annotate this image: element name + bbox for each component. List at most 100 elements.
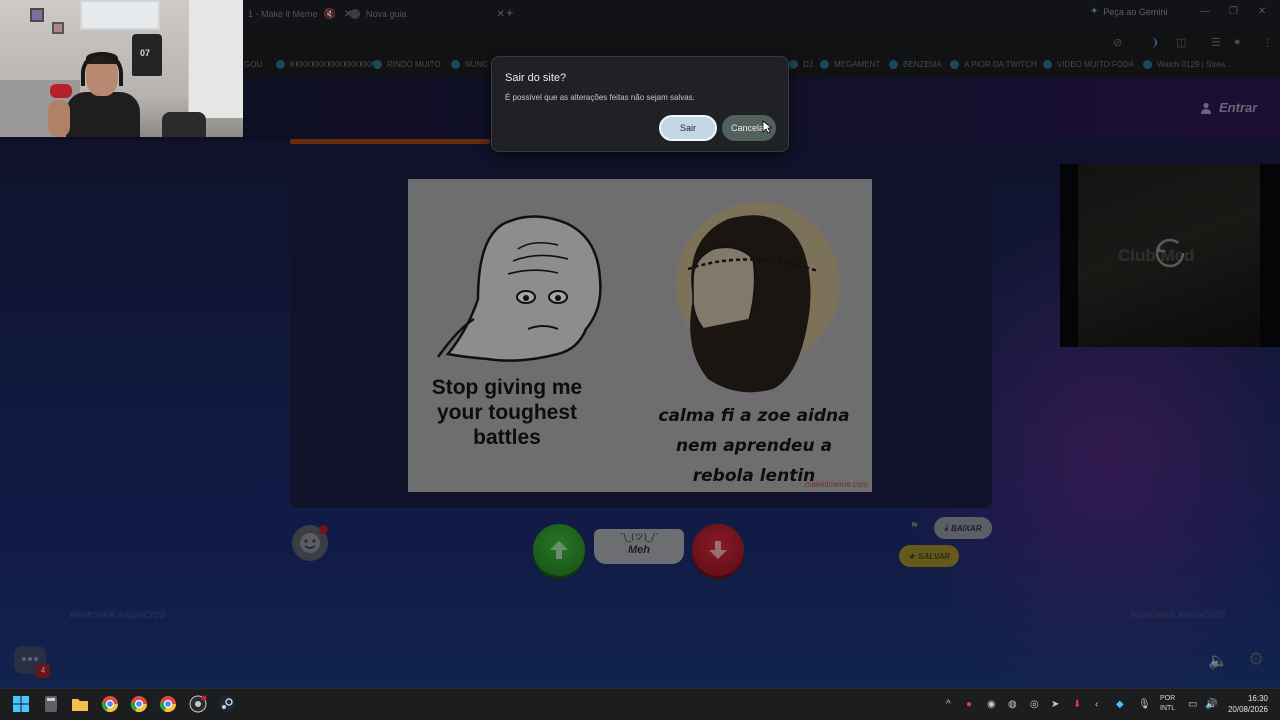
extensions-icon[interactable]: ◫ xyxy=(1176,36,1186,49)
lang-layout: INTL xyxy=(1160,705,1176,712)
settings-gear-icon[interactable]: ⚙ xyxy=(1248,649,1264,670)
webcam-window xyxy=(80,0,160,30)
steam-icon[interactable] xyxy=(218,695,236,713)
gemini-spark-icon: ✦ xyxy=(1090,6,1099,17)
chat-button[interactable]: 4 xyxy=(14,646,50,678)
tray-network-icon[interactable]: ◆ xyxy=(1116,699,1124,710)
volume-icon[interactable]: 🔈 xyxy=(1208,651,1228,671)
download-icon: ⤓ xyxy=(944,523,948,532)
downvote-button[interactable] xyxy=(692,524,744,576)
gemini-toolbar-icon[interactable]: ❩ xyxy=(1150,36,1159,49)
leave-site-dialog: Sair do site? É possível que as alteraçõ… xyxy=(491,56,789,152)
bookmark-item[interactable]: A PIOR DA TWITCH xyxy=(950,60,1037,69)
tray-record-icon[interactable]: ● xyxy=(966,699,972,710)
page-content: Entrar Stop giving me your toughest batt… xyxy=(0,78,1280,688)
headset-icon xyxy=(81,52,123,86)
chrome-profile-icon[interactable] xyxy=(159,695,177,713)
emoji-reaction-button[interactable] xyxy=(292,525,328,561)
report-flag-icon[interactable]: ⚑ xyxy=(910,521,919,532)
tab-title: 1 - Make it Meme xyxy=(248,9,318,19)
tray-steam-icon[interactable]: ◉ xyxy=(987,699,996,710)
tray-microphone-icon[interactable]: 🎙 xyxy=(1138,699,1151,710)
bookmark-item[interactable]: DJ xyxy=(789,60,813,69)
speaker-icon[interactable]: 🔊 xyxy=(1205,699,1217,710)
bookmark-favicon-icon xyxy=(820,60,829,69)
bookmark-favicon-icon xyxy=(373,60,382,69)
shirt-number: 07 xyxy=(140,48,151,58)
login-button[interactable]: Entrar xyxy=(1200,100,1257,115)
bookmark-label: NUNC xyxy=(465,60,489,69)
new-tab-plus-icon[interactable]: + xyxy=(506,5,514,20)
mouse-cursor-icon xyxy=(762,120,772,134)
bookmark-item[interactable]: NUNC xyxy=(451,60,488,69)
bookmark-item[interactable]: Watch 0129 | Strea... xyxy=(1143,60,1232,69)
upvote-button[interactable] xyxy=(533,524,585,576)
gemini-button[interactable]: ✦ Peça ao Gemini xyxy=(1090,6,1167,17)
webcam-overlay: 07 xyxy=(0,0,243,137)
reading-list-icon[interactable]: ☰ xyxy=(1211,36,1221,49)
bookmark-item[interactable]: BENZEMA xyxy=(889,60,942,69)
download-button[interactable]: ⤓ BAIXAR xyxy=(934,517,992,539)
windows-start-icon[interactable] xyxy=(12,695,30,713)
tracking-icon[interactable]: ⊘ xyxy=(1113,36,1122,49)
obs-icon[interactable] xyxy=(189,695,207,713)
user-icon xyxy=(1201,102,1211,114)
bookmark-item[interactable]: MEGAMENT xyxy=(820,60,880,69)
remove-ads-link-left[interactable]: REMOVER ANÚNCIOS xyxy=(70,610,166,620)
save-label: SALVAR xyxy=(918,551,951,561)
meh-label: Meh xyxy=(628,544,650,556)
tab-make-it-meme[interactable]: 1 - Make it Meme 🔇 ✕ xyxy=(248,4,352,24)
tray-obs-icon[interactable]: ◎ xyxy=(1030,699,1039,710)
arrow-up-icon xyxy=(550,541,568,559)
bookmark-label: MEGAMENT xyxy=(834,60,881,69)
webcam-picture-frame xyxy=(30,8,44,22)
webcam-cabinet xyxy=(188,0,243,118)
clock-date: 20/08/2026 xyxy=(1227,705,1268,714)
profile-avatar-icon[interactable]: ● xyxy=(1234,36,1241,48)
meme-caption-left: Stop giving me your toughest battles xyxy=(431,376,583,449)
tab-title: Nova guia xyxy=(366,9,407,19)
dialog-title: Sair do site? xyxy=(505,72,567,84)
webcam-hanging-shirt: 07 xyxy=(132,34,162,76)
bookmark-favicon-icon xyxy=(889,60,898,69)
tray-discord-icon[interactable]: ◍ xyxy=(1008,699,1017,710)
chrome-icon[interactable] xyxy=(101,695,119,713)
webcam-red-object xyxy=(50,84,72,98)
mute-icon[interactable]: 🔇 xyxy=(324,9,336,20)
tray-expand-icon[interactable]: ^ xyxy=(946,699,951,710)
bookmark-label: A PIOR DA TWITCH xyxy=(964,60,1037,69)
replay-icon[interactable] xyxy=(1153,236,1187,270)
calculator-icon[interactable] xyxy=(42,695,60,713)
bookmark-item[interactable]: RINDO MUITO xyxy=(373,60,441,69)
bookmark-item[interactable]: GOU xyxy=(244,60,262,69)
lang-code: POR xyxy=(1160,695,1176,702)
remove-ads-link-right[interactable]: REMOVER ANÚNCIOS xyxy=(1130,610,1226,620)
save-button[interactable]: ★ SALVAR xyxy=(899,545,959,567)
dialog-message: É possível que as alterações feitas não … xyxy=(505,93,695,102)
system-clock[interactable]: 16:30 20/08/2026 xyxy=(1224,693,1268,715)
close-icon[interactable]: ✕ xyxy=(497,9,505,20)
bookmark-item[interactable]: VIDEO MUITO FODA xyxy=(1043,60,1134,69)
bookmark-item[interactable]: KKKKKKKKKKKKKKKK xyxy=(276,60,375,69)
video-ad[interactable]: Club Med xyxy=(1060,164,1280,347)
meh-vote-button[interactable]: ¯\_(ツ)_/¯ Meh xyxy=(594,529,684,564)
bookmark-favicon-icon xyxy=(276,60,285,69)
tab-nova-guia[interactable]: Nova guia ✕ xyxy=(350,4,505,24)
chrome-active-icon[interactable] xyxy=(130,695,148,713)
bookmark-favicon-icon xyxy=(451,60,460,69)
menu-kebab-icon[interactable]: ⋮ xyxy=(1262,36,1273,49)
input-language[interactable]: POR INTL xyxy=(1160,694,1175,714)
bookmark-label: RINDO MUITO xyxy=(387,60,441,69)
window-close-icon[interactable]: ✕ xyxy=(1258,6,1266,17)
tray-app-icon[interactable]: ‹ xyxy=(1095,699,1098,710)
tray-telegram-icon[interactable]: ➤ xyxy=(1051,699,1059,710)
file-explorer-icon[interactable] xyxy=(71,695,89,713)
minimize-icon[interactable]: — xyxy=(1200,6,1210,17)
leave-button[interactable]: Sair xyxy=(659,115,717,141)
tray-download-icon[interactable]: ⬇ xyxy=(1073,699,1081,710)
chat-unread-badge: 4 xyxy=(36,664,50,678)
gemini-label: Peça ao Gemini xyxy=(1103,6,1168,17)
monitor-icon[interactable]: ▭ xyxy=(1188,699,1197,710)
restore-icon[interactable]: ❐ xyxy=(1229,6,1238,17)
bookmark-favicon-icon xyxy=(1143,60,1152,69)
